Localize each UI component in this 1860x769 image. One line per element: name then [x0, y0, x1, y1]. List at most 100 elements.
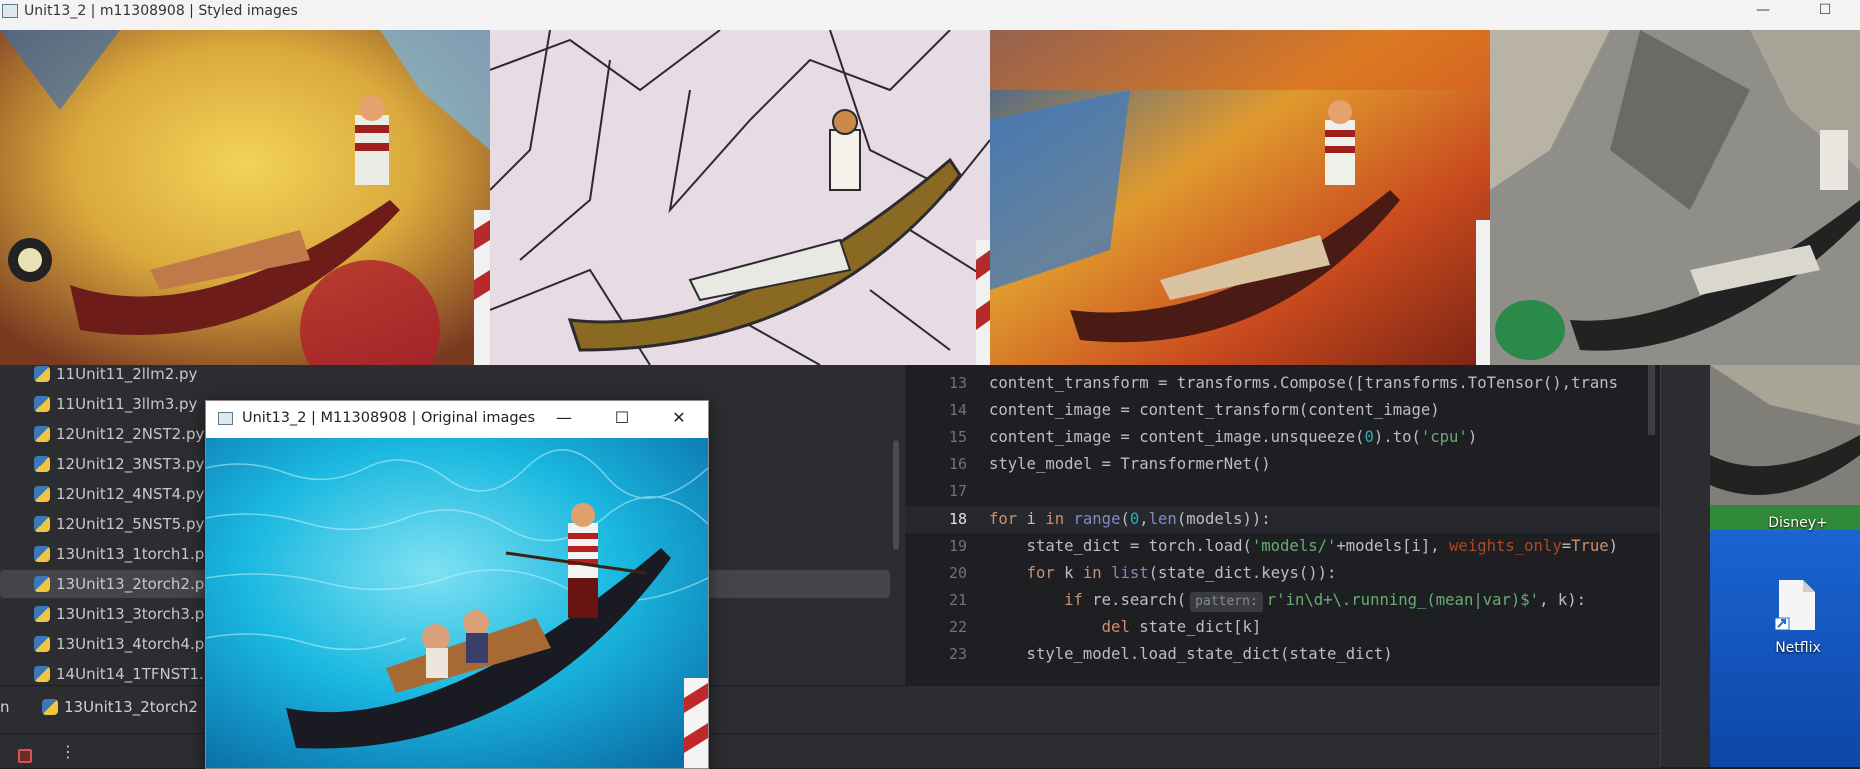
code-token: ).to( [1373, 428, 1421, 446]
file-name: 12Unit12_2NST2.py [56, 425, 205, 443]
code-token: , k): [1539, 591, 1587, 609]
line-number: 22 [948, 618, 967, 636]
code-token: ) [1608, 537, 1619, 555]
code-line[interactable]: content_image = content_image.unsqueeze(… [989, 424, 1477, 451]
styled-image-3 [990, 30, 1490, 365]
file-item[interactable]: 12Unit12_5NST5.py [34, 511, 204, 537]
code-line[interactable]: if re.search(pattern: r'in\d+\.running_(m… [989, 587, 1586, 614]
code-token: ) [1467, 428, 1478, 446]
code-token: if [1064, 591, 1083, 609]
background-styled-image [1710, 365, 1860, 530]
file-name: 14Unit14_1TFNST1.py [56, 665, 223, 683]
netflix-shortcut-icon[interactable] [1774, 580, 1815, 631]
styled-window-title: Unit13_2 | m11308908 | Styled images [24, 3, 298, 19]
original-images-window: Unit13_2 | M11308908 | Original images —… [205, 400, 709, 769]
python-file-icon [34, 366, 50, 382]
python-file-icon [34, 486, 50, 502]
run-tab-label: 13Unit13_2torch2 [64, 698, 198, 716]
file-name: 13Unit13_2torch2.py [56, 575, 214, 593]
file-name: 12Unit12_3NST3.py [56, 455, 205, 473]
code-token: content_transform = transforms.Compose([… [989, 374, 1619, 392]
file-item[interactable]: 11Unit11_3llm3.py [34, 391, 197, 417]
code-token: for [1026, 564, 1055, 582]
code-line[interactable]: content_image = content_transform(conten… [989, 397, 1440, 424]
original-window-titlebar[interactable]: Unit13_2 | M11308908 | Original images —… [206, 401, 708, 437]
code-token: range [1073, 510, 1121, 528]
line-number: 17 [948, 482, 967, 500]
code-token: , [1139, 510, 1149, 528]
code-token: state_dict = torch.load( [989, 537, 1252, 555]
code-token: 0 [1364, 428, 1374, 446]
file-item[interactable]: 12Unit12_2NST2.py [34, 421, 204, 447]
minimize-button[interactable]: — [1740, 0, 1786, 22]
python-file-icon [34, 396, 50, 412]
code-token: del [1101, 618, 1130, 636]
disney-shortcut-label[interactable]: Disney+ [1758, 515, 1838, 531]
line-number: 23 [948, 645, 967, 663]
original-image [206, 438, 708, 768]
file-item[interactable]: 13Unit13_4torch4.py [34, 631, 213, 657]
code-token: state_dict[k] [1129, 618, 1262, 636]
close-button[interactable]: ✕ [650, 401, 708, 437]
editor-scrollbar[interactable] [1648, 365, 1655, 435]
run-tab[interactable]: 13Unit13_2torch2 [42, 698, 198, 716]
code-token: content_image = content_transform(conten… [989, 401, 1440, 419]
netflix-shortcut-label[interactable]: Netflix [1758, 640, 1838, 656]
line-number: 15 [948, 428, 967, 446]
code-line-current[interactable]: for i in range(0,len(models)): [989, 506, 1271, 533]
file-item[interactable]: 11Unit11_2llm2.py [34, 361, 197, 387]
minimize-button[interactable]: — [535, 401, 593, 437]
maximize-button[interactable]: ☐ [1802, 0, 1848, 22]
code-token: 'cpu' [1420, 428, 1468, 446]
python-file-icon [34, 426, 50, 442]
python-file-icon [34, 576, 50, 592]
python-file-icon [42, 699, 58, 715]
stop-icon[interactable] [18, 749, 32, 763]
line-number: 16 [948, 455, 967, 473]
styled-images-window: Unit13_2 | m11308908 | Styled images — ☐ [0, 0, 1860, 365]
file-name: 11Unit11_3llm3.py [56, 395, 198, 413]
file-item[interactable]: 13Unit13_1torch1.py [34, 541, 213, 567]
code-line[interactable]: for k in list(state_dict.keys()): [989, 560, 1337, 587]
code-line[interactable]: del state_dict[k] [989, 614, 1262, 641]
code-token: ( [1120, 510, 1130, 528]
styled-image-2 [490, 30, 990, 365]
styled-window-titlebar[interactable]: Unit13_2 | m11308908 | Styled images — ☐ [0, 0, 1860, 30]
project-tree-scrollbar[interactable] [893, 440, 899, 550]
more-options-icon[interactable]: ⋮ [60, 742, 76, 761]
code-token: 0 [1129, 510, 1140, 528]
line-number: 13 [948, 374, 967, 392]
code-line[interactable]: state_dict = torch.load('models/'+models… [989, 533, 1619, 560]
code-token: True [1571, 537, 1609, 555]
inlay-hint: pattern: [1190, 592, 1263, 612]
file-item[interactable]: 12Unit12_4NST4.py [34, 481, 204, 507]
file-item[interactable]: 14Unit14_1TFNST1.py [34, 661, 222, 687]
line-number: 21 [948, 591, 967, 609]
code-token: re.search( [1082, 591, 1187, 609]
code-token: (state_dict.keys()): [1148, 564, 1337, 582]
code-line[interactable]: style_model.load_state_dict(state_dict) [989, 641, 1393, 668]
file-item[interactable]: 13Unit13_3torch3.py [34, 601, 213, 627]
run-label: n [0, 698, 10, 716]
file-name: 12Unit12_5NST5.py [56, 515, 205, 533]
maximize-button[interactable]: ☐ [593, 401, 651, 437]
python-file-icon [34, 546, 50, 562]
code-token: in [1045, 510, 1065, 528]
code-token: = [1561, 537, 1572, 555]
file-item-selected[interactable]: 13Unit13_2torch2.py [34, 571, 213, 597]
code-token: weights_only [1449, 537, 1562, 555]
line-number: 20 [948, 564, 967, 582]
python-file-icon [34, 636, 50, 652]
code-token: +models[i], [1336, 537, 1450, 555]
line-number: 14 [948, 401, 967, 419]
code-line[interactable]: content_transform = transforms.Compose([… [989, 370, 1618, 397]
python-file-icon [34, 516, 50, 532]
file-item[interactable]: 12Unit12_3NST3.py [34, 451, 204, 477]
code-line[interactable]: style_model = TransformerNet() [989, 451, 1271, 478]
code-token: for [989, 510, 1018, 528]
code-token: i [1017, 510, 1046, 528]
window-app-icon [2, 4, 18, 18]
